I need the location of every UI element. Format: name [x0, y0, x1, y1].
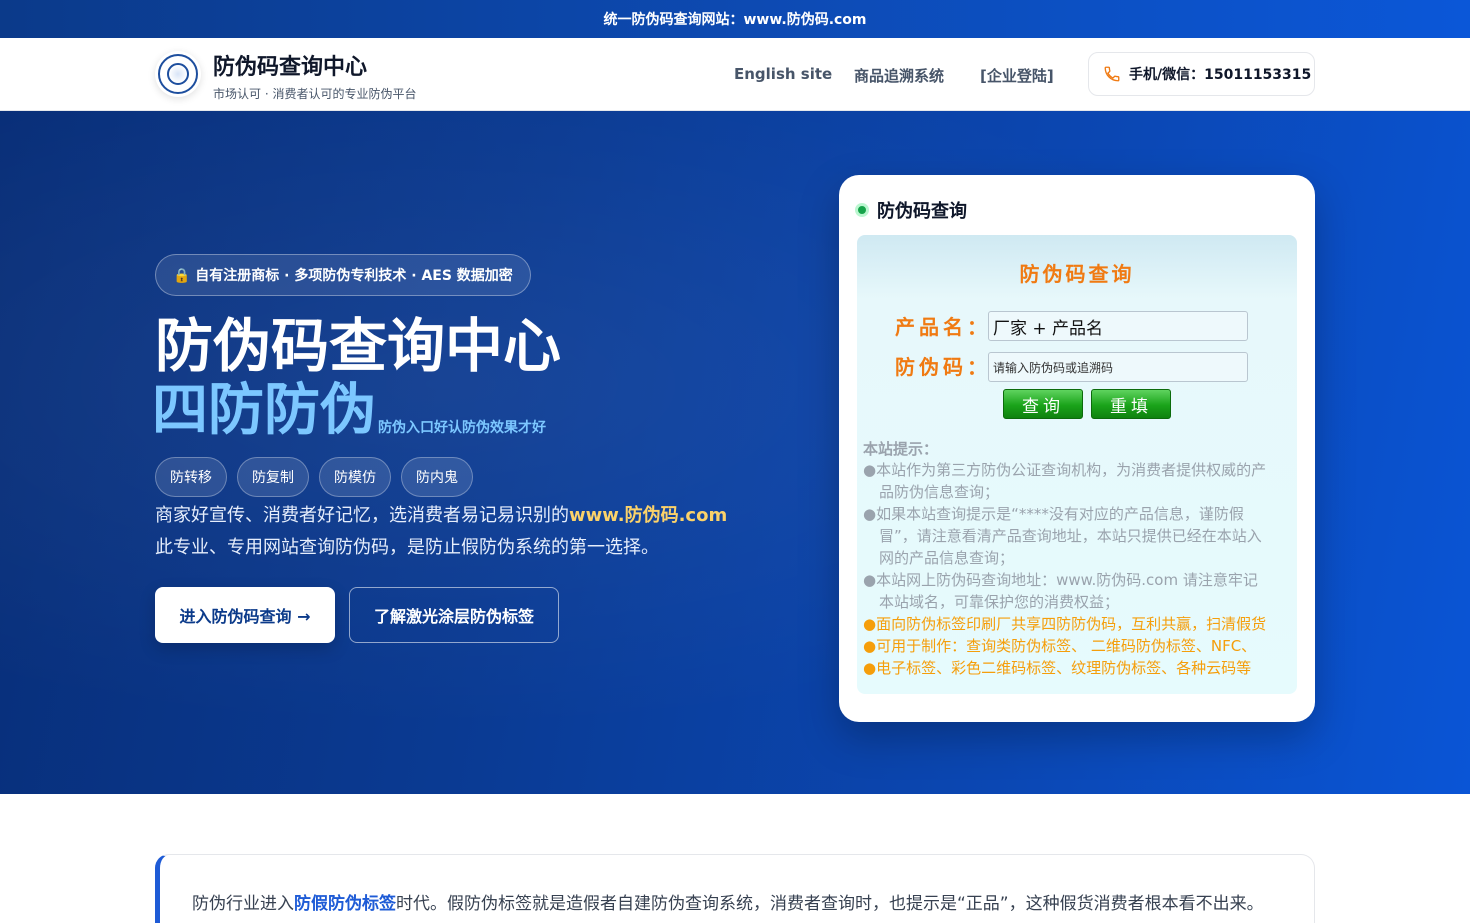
intro-content-card: 防伪行业进入防假防伪标签时代。假防伪标签就是造假者自建防伪查询系统，消费者查询时…	[155, 854, 1315, 923]
enter-query-button[interactable]: 进入防伪码查询 →	[155, 587, 335, 643]
phone-contact[interactable]: 手机/微信：15011153315	[1088, 52, 1315, 96]
code-input[interactable]: 请输入防伪码或追溯码	[988, 352, 1248, 382]
tip-line: 本站域名，可靠保护您的消费权益；	[879, 593, 1120, 611]
tip-line: ●本站网上防伪码查询地址：www.防伪码.com 请注意牢记	[863, 571, 1258, 589]
hero-small-text: 防伪入口好认防伪效果才好	[378, 420, 546, 436]
tip-line-orange: ●可用于制作：查询类防伪标签、 二维码防伪标签、NFC、	[863, 637, 1257, 655]
site-header: 防伪码查询中心 市场认可 · 消费者认可的专业防伪平台 English site…	[0, 38, 1470, 111]
nav-traceability-system[interactable]: 商品追溯系统	[854, 65, 944, 86]
brand-subtitle: 市场认可 · 消费者认可的专业防伪平台	[213, 87, 417, 101]
status-dot-icon	[855, 203, 869, 217]
query-card: 防伪码查询 防伪码查询 产品名： 厂家 + 产品名 防伪码： 请输入防伪码或追溯…	[839, 175, 1315, 722]
intro-highlight: 防假防伪标签	[294, 894, 396, 914]
hero-title: 防伪码查询中心	[155, 312, 562, 380]
hero-description-line1: 商家好宣传、消费者好记忆，选消费者易记易识别的www.防伪码.com	[155, 505, 728, 526]
security-badge: 🔒 自有注册商标 · 多项防伪专利技术 · AES 数据加密	[155, 254, 531, 296]
badge-text: 🔒 自有注册商标 · 多项防伪专利技术 · AES 数据加密	[173, 268, 513, 284]
query-card-title: 防伪码查询	[877, 201, 967, 222]
tag-anti-imitation: 防模仿	[319, 457, 391, 497]
tip-line: ●如果本站查询提示是“****没有对应的产品信息，谨防假	[863, 505, 1244, 523]
hero-big-text: 四防防伪	[152, 378, 376, 443]
intro-text: 防伪行业进入防假防伪标签时代。假防伪标签就是造假者自建防伪查询系统，消费者查询时…	[192, 894, 1264, 914]
hero-slogan: 四防防伪 防伪入口好认防伪效果才好	[152, 379, 546, 443]
brand-title[interactable]: 防伪码查询中心	[213, 49, 367, 81]
phone-label: 手机/微信：15011153315	[1129, 67, 1312, 83]
hero-description-line2: 此专业、专用网站查询防伪码，是防止假防伪系统的第一选择。	[155, 537, 659, 558]
phone-icon	[1104, 66, 1120, 82]
tag-anti-insider: 防内鬼	[401, 457, 473, 497]
announcement-text: 统一防伪码查询网站：www.防伪码.com	[603, 12, 867, 28]
query-button[interactable]: 查询	[1003, 389, 1083, 419]
tag-anti-transfer: 防转移	[155, 457, 227, 497]
panel-title: 防伪码查询	[1019, 262, 1135, 286]
feature-tags: 防转移 防复制 防模仿 防内鬼	[155, 457, 473, 497]
hero-section: 🔒 自有注册商标 · 多项防伪专利技术 · AES 数据加密 防伪码查询中心 四…	[0, 111, 1470, 794]
tip-line: 网的产品信息查询；	[879, 549, 1015, 567]
tip-line: 冒”，请注意看清产品查询地址，本站只提供已经在本站入	[879, 527, 1262, 545]
tips-title: 本站提示：	[863, 440, 939, 458]
tip-line: ●本站作为第三方防伪公证查询机构，为消费者提供权威的产	[863, 461, 1267, 479]
domain-highlight: www.防伪码.com	[569, 505, 728, 526]
seal-logo-icon[interactable]	[155, 51, 201, 97]
query-card-header: 防伪码查询	[855, 197, 967, 223]
top-announcement-bar: 统一防伪码查询网站：www.防伪码.com	[0, 0, 1470, 38]
nav-english-site[interactable]: English site	[734, 65, 832, 83]
query-panel: 防伪码查询 产品名： 厂家 + 产品名 防伪码： 请输入防伪码或追溯码 查询 重…	[857, 235, 1297, 694]
tag-anti-copy: 防复制	[237, 457, 309, 497]
product-name-input[interactable]: 厂家 + 产品名	[988, 311, 1248, 341]
reset-button[interactable]: 重填	[1091, 389, 1171, 419]
code-label: 防伪码：	[895, 355, 991, 379]
tip-line: 品防伪信息查询；	[879, 483, 1000, 501]
tip-line-orange: ●电子标签、彩色二维码标签、纹理防伪标签、各种云码等	[863, 659, 1252, 677]
tip-line-orange: ●面向防伪标签印刷厂共享四防防伪码，互利共赢，扫清假货	[863, 615, 1267, 633]
laser-label-button[interactable]: 了解激光涂层防伪标签	[349, 587, 559, 643]
nav-enterprise-login[interactable]: [企业登陆]	[980, 65, 1054, 86]
product-name-label: 产品名：	[895, 315, 991, 339]
